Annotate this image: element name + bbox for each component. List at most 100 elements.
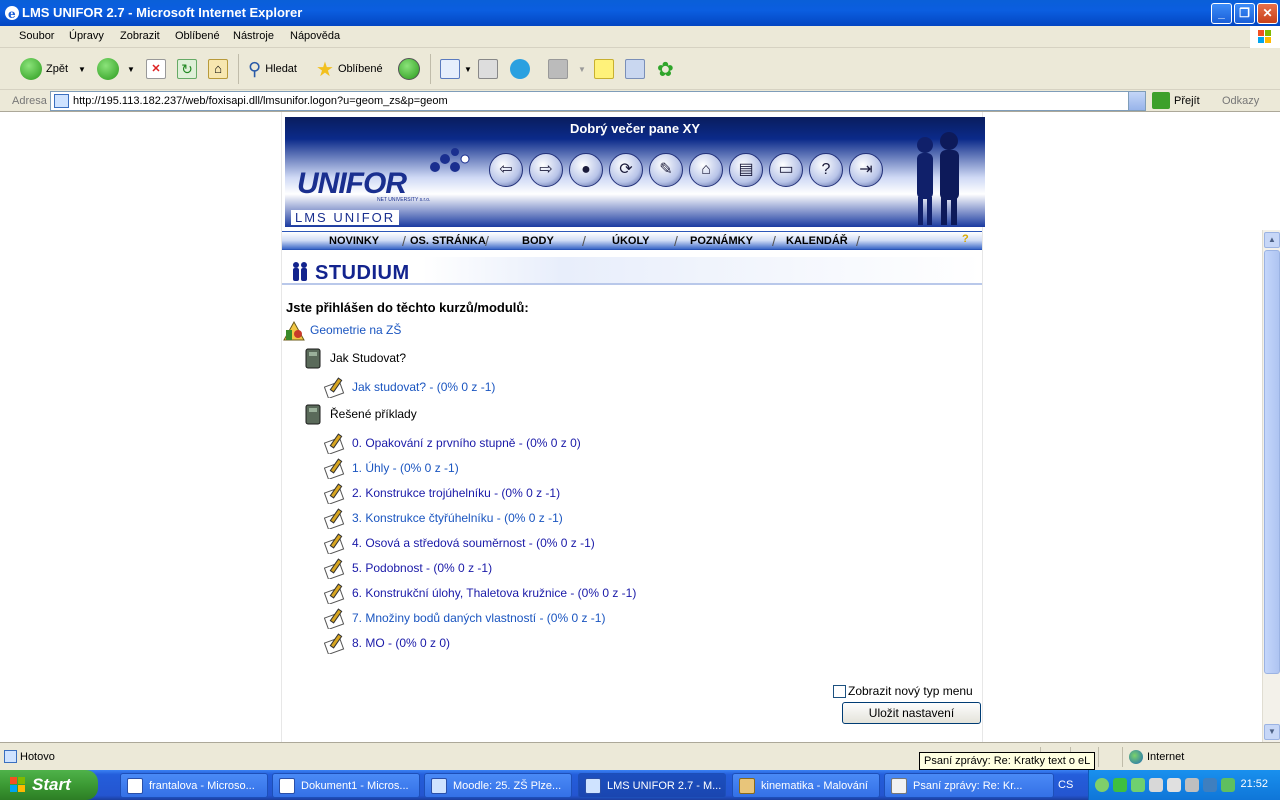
refresh-button[interactable]: ↻	[177, 57, 197, 81]
taskbar-item[interactable]: Psaní zprávy: Re: Kr...	[884, 773, 1054, 798]
lesson-link[interactable]: 4. Osová a středová souměrnost - (0% 0 z…	[352, 536, 595, 550]
tray-antivirus-icon[interactable]	[1203, 778, 1217, 792]
lesson-link[interactable]: 6. Konstrukční úlohy, Thaletova kružnice…	[352, 586, 636, 600]
history-button[interactable]	[398, 57, 420, 81]
taskbar-item[interactable]: frantalova - Microso...	[120, 773, 268, 798]
mail-button[interactable]: ▼	[440, 57, 472, 81]
vertical-scrollbar[interactable]: ▲ ▼	[1262, 230, 1280, 742]
research-button[interactable]	[625, 57, 645, 81]
lesson-item[interactable]: 1. Úhly - (0% 0 z -1)	[324, 456, 459, 480]
lesson-item[interactable]: 4. Osová a středová souměrnost - (0% 0 z…	[324, 531, 595, 555]
taskbar-item[interactable]: Moodle: 25. ZŠ Plze...	[424, 773, 572, 798]
logout-nav-button[interactable]: ⇥	[849, 153, 883, 187]
go-button[interactable]: Přejít	[1152, 92, 1200, 109]
lesson-link[interactable]: 7. Množiny bodů daných vlastností - (0% …	[352, 611, 605, 625]
internet-zone-icon	[1129, 750, 1143, 764]
tray-messenger-icon[interactable]	[1131, 778, 1145, 792]
lesson-item[interactable]: 2. Konstrukce trojúhelníku - (0% 0 z -1)	[324, 481, 560, 505]
menu-file[interactable]: Soubor	[19, 30, 54, 42]
lesson-link[interactable]: 2. Konstrukce trojúhelníku - (0% 0 z -1)	[352, 486, 560, 500]
lesson-link[interactable]: 8. MO - (0% 0 z 0)	[352, 636, 450, 650]
svg-text:e: e	[8, 7, 16, 21]
search-button[interactable]: ⚲ Hledat	[248, 57, 297, 81]
menu-edit[interactable]: Úpravy	[69, 30, 104, 42]
print-button[interactable]	[478, 57, 498, 81]
chevron-down-icon[interactable]: ▼	[127, 65, 135, 74]
lesson-item[interactable]: 5. Podobnost - (0% 0 z -1)	[324, 556, 492, 580]
messenger-button[interactable]: ✿	[657, 57, 674, 81]
taskbar-item-label: LMS UNIFOR 2.7 - M...	[607, 779, 722, 792]
taskbar-item[interactable]: kinematika - Malování	[732, 773, 880, 798]
help-small-icon[interactable]: ?	[962, 233, 969, 245]
clock[interactable]: 21:52	[1240, 778, 1268, 790]
profile-nav-button[interactable]: ●	[569, 153, 603, 187]
menu-tools[interactable]: Nástroje	[233, 30, 274, 42]
lesson-link[interactable]: 1. Úhly - (0% 0 z -1)	[352, 461, 459, 475]
forward-nav-button[interactable]: ⇨	[529, 153, 563, 187]
nav-ukoly[interactable]: ÚKOLY	[612, 235, 650, 247]
taskbar-item-active[interactable]: LMS UNIFOR 2.7 - M...	[578, 773, 726, 798]
address-url[interactable]: http://195.113.182.237/web/foxisapi.dll/…	[73, 95, 448, 107]
nav-novinky[interactable]: NOVINKY	[329, 235, 379, 247]
notes-nav-button[interactable]: ✎	[649, 153, 683, 187]
home-nav-button[interactable]: ⌂	[689, 153, 723, 187]
tray-network-icon[interactable]	[1149, 778, 1163, 792]
notes-button[interactable]	[594, 57, 614, 81]
chevron-down-icon[interactable]: ▼	[78, 65, 86, 74]
tray-expand-icon[interactable]	[1095, 778, 1109, 792]
favorites-button[interactable]: ★ Oblíbené	[316, 57, 383, 81]
maximize-button[interactable]: ❐	[1234, 3, 1255, 24]
save-settings-button[interactable]: Uložit nastavení	[842, 702, 981, 724]
skype-button[interactable]	[510, 57, 530, 81]
course-link[interactable]: Geometrie na ZŠ	[310, 323, 401, 337]
new-menu-checkbox-row[interactable]: Zobrazit nový typ menu	[833, 684, 973, 698]
course-item[interactable]: Geometrie na ZŠ	[282, 318, 401, 342]
lesson-item[interactable]: 3. Konstrukce čtyřúhelníku - (0% 0 z -1)	[324, 506, 563, 530]
nav-poznamky[interactable]: POZNÁMKY	[690, 235, 753, 247]
tray-volume-icon[interactable]	[1185, 778, 1199, 792]
chevron-down-icon[interactable]: ▼	[464, 65, 472, 74]
lesson-link[interactable]: Jak studovat? - (0% 0 z -1)	[352, 380, 495, 394]
refresh-nav-button[interactable]: ⟳	[609, 153, 643, 187]
minimize-button[interactable]: _	[1211, 3, 1232, 24]
lesson-item[interactable]: 7. Množiny bodů daných vlastností - (0% …	[324, 606, 605, 630]
lesson-link[interactable]: 3. Konstrukce čtyřúhelníku - (0% 0 z -1)	[352, 511, 563, 525]
menu-help[interactable]: Nápověda	[290, 30, 340, 42]
scroll-down-button[interactable]: ▼	[1264, 724, 1280, 740]
nav-kalendar[interactable]: KALENDÁŘ	[786, 235, 848, 247]
lesson-item[interactable]: Jak studovat? - (0% 0 z -1)	[324, 375, 495, 399]
tray-app-icon[interactable]	[1113, 778, 1127, 792]
lesson-link[interactable]: 0. Opakování z prvního stupně - (0% 0 z …	[352, 436, 581, 450]
menu-favorites[interactable]: Oblíbené	[175, 30, 220, 42]
tray-wifi-icon[interactable]	[1221, 778, 1235, 792]
stop-button[interactable]: ✕	[146, 57, 166, 81]
taskbar-item[interactable]: Dokument1 - Micros...	[272, 773, 420, 798]
back-nav-button[interactable]: ⇦	[489, 153, 523, 187]
chevron-down-icon[interactable]: ▼	[578, 65, 586, 74]
scroll-up-button[interactable]: ▲	[1264, 232, 1280, 248]
address-input[interactable]: http://195.113.182.237/web/foxisapi.dll/…	[50, 91, 1146, 111]
lesson-item[interactable]: 6. Konstrukční úlohy, Thaletova kružnice…	[324, 581, 636, 605]
address-dropdown[interactable]	[1128, 92, 1145, 110]
new-menu-checkbox[interactable]	[833, 684, 846, 698]
back-button[interactable]: Zpět ▼	[20, 57, 86, 81]
links-button[interactable]: Odkazy	[1222, 95, 1259, 107]
language-indicator[interactable]: CS	[1058, 779, 1073, 791]
nav-os-stranka[interactable]: OS. STRÁNKA	[410, 235, 486, 247]
lesson-link[interactable]: 5. Podobnost - (0% 0 z -1)	[352, 561, 492, 575]
start-button[interactable]: Start	[0, 770, 98, 800]
board-nav-button[interactable]: ▤	[729, 153, 763, 187]
arrow-left-icon: ⇦	[499, 161, 513, 178]
home-button[interactable]: ⌂	[208, 57, 228, 81]
close-button[interactable]: ✕	[1257, 3, 1278, 24]
lesson-item[interactable]: 8. MO - (0% 0 z 0)	[324, 631, 450, 655]
menu-view[interactable]: Zobrazit	[120, 30, 160, 42]
edit-button[interactable]: ▼	[548, 57, 586, 81]
nav-body[interactable]: BODY	[522, 235, 554, 247]
library-nav-button[interactable]: ▭	[769, 153, 803, 187]
help-nav-button[interactable]: ?	[809, 153, 843, 187]
scroll-thumb[interactable]	[1264, 250, 1280, 674]
tray-display-icon[interactable]	[1167, 778, 1181, 792]
lesson-item[interactable]: 0. Opakování z prvního stupně - (0% 0 z …	[324, 431, 581, 455]
forward-button[interactable]: ▼	[97, 57, 135, 81]
